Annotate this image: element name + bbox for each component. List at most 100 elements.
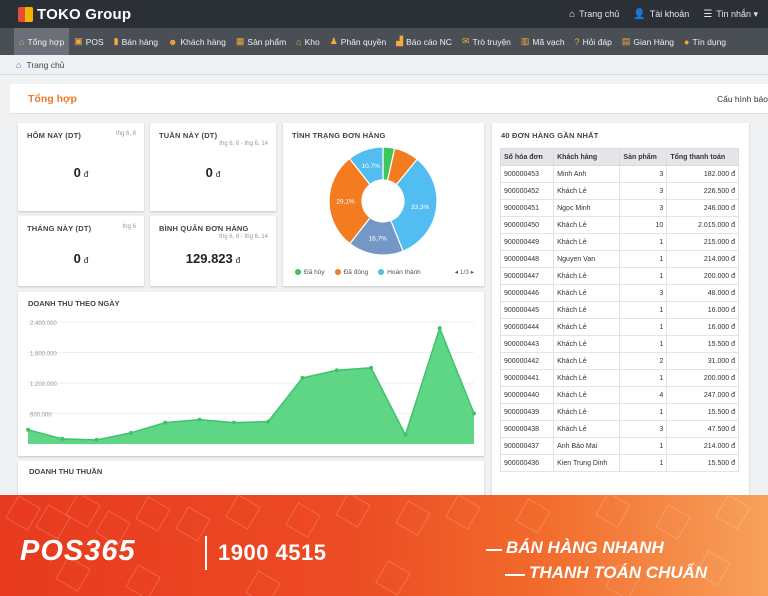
- data-point[interactable]: [26, 427, 30, 432]
- table-row[interactable]: 900000450 Khách Lẻ 10 2.015.000 đ: [499, 216, 739, 234]
- permission-icon: ♟: [329, 36, 338, 46]
- table-cell: Khách Lẻ: [553, 267, 621, 285]
- next-arrow-icon[interactable]: ▸: [471, 269, 474, 276]
- table-row[interactable]: 900000436 Kien Trung Dinh 1 15.500 đ: [499, 454, 739, 472]
- column-header[interactable]: Tổng thanh toán: [666, 148, 739, 166]
- table-cell: 1: [619, 335, 668, 353]
- table-cell: Anh Bảo Mai: [553, 437, 621, 455]
- table-cell: Ngọc Minh: [553, 199, 621, 217]
- top-nav-item[interactable]: ⌂ Trang chủ: [569, 9, 619, 20]
- table-row[interactable]: 900000446 Khách Lẻ 3 48.000 đ: [499, 284, 739, 302]
- table-row[interactable]: 900000441 Khách Lẻ 1 200.000 đ: [499, 369, 739, 387]
- hexagon-decoration: [135, 496, 171, 532]
- stat-month: THÁNG NÀY (DT) thg 6 0đ: [18, 216, 144, 286]
- stat-value: 129.823 đ: [185, 251, 241, 266]
- menu-item-label: Gian Hàng: [633, 36, 675, 47]
- table-cell: 1: [619, 403, 668, 421]
- legend-item[interactable]: Đã đóng: [334, 269, 369, 276]
- table-cell: 1: [619, 267, 668, 285]
- menu-item[interactable]: ⌂ Tổng hợp: [14, 28, 70, 55]
- brand-logo[interactable]: TOKO Group: [18, 4, 131, 24]
- column-header[interactable]: Số hóa đơn: [499, 148, 555, 166]
- legend-label: Đã đóng: [343, 269, 369, 276]
- data-point[interactable]: [94, 437, 99, 442]
- table-row[interactable]: 900000445 Khách Lẻ 1 16.000 đ: [499, 301, 739, 319]
- menu-item[interactable]: ▟ Báo cáo NC: [391, 28, 457, 55]
- table-row[interactable]: 900000452 Khách Lẻ 3 226.500 đ: [499, 182, 739, 200]
- table-cell: 182.000 đ: [666, 165, 739, 183]
- daily-revenue-card: DOANH THU THEO NGÀY 2.400.000 1.800.000 1.2…: [18, 292, 484, 456]
- speed-line: [486, 549, 502, 551]
- menu-item[interactable]: ♟ Phân quyền: [325, 28, 391, 55]
- breadcrumb-home[interactable]: Trang chủ: [26, 60, 64, 70]
- data-point[interactable]: [128, 430, 133, 435]
- menu-item[interactable]: ▤ Gian Hàng: [617, 28, 679, 55]
- data-point[interactable]: [197, 417, 202, 422]
- column-header[interactable]: Khách hàng: [553, 148, 621, 166]
- data-point[interactable]: [300, 375, 305, 380]
- data-point[interactable]: [231, 420, 236, 425]
- top-nav-item[interactable]: 👤 Tài khoản: [633, 9, 689, 20]
- table-cell: Kien Trung Dinh: [553, 454, 621, 472]
- legend-item[interactable]: Đã hủy: [295, 269, 325, 276]
- menu-item[interactable]: ▮ Bán hàng: [109, 28, 163, 55]
- table-cell: 200.000 đ: [666, 369, 739, 387]
- table-cell: Nguyen Van: [553, 250, 621, 268]
- table-cell: 900000449: [499, 233, 555, 251]
- product-icon: ▦: [235, 36, 245, 46]
- cube-icon: [18, 6, 33, 22]
- column-header[interactable]: Sản phẩm: [619, 148, 668, 166]
- table-cell: 214.000 đ: [666, 250, 739, 268]
- customer-icon: ☻: [168, 36, 178, 47]
- table-cell: 10: [619, 216, 668, 234]
- daily-revenue-area-chart: DOANH THU THEO NGÀY 2.400.000 1.800.000 1.2…: [26, 299, 476, 444]
- table-row[interactable]: 900000439 Khách Lẻ 1 15.500 đ: [499, 403, 739, 421]
- table-row[interactable]: 900000440 Khách Lẻ 4 247.000 đ: [499, 386, 739, 404]
- pos-icon: ▣: [74, 36, 83, 46]
- table-row[interactable]: 900000447 Khách Lẻ 1 200.000 đ: [499, 267, 739, 285]
- menu-item[interactable]: ? Hỏi đáp: [570, 28, 617, 55]
- menu-item[interactable]: ▦ Sản phẩm: [231, 28, 291, 55]
- config-report-link[interactable]: Cấu hình báo: [717, 94, 768, 104]
- table-row[interactable]: 900000449 Khách Lẻ 1 215.000 đ: [499, 233, 739, 251]
- table-cell: 246.000 đ: [666, 199, 739, 217]
- stat-average: BÌNH QUÂN ĐƠN HÀNG thg 6, 8 - thg 6, 14 …: [150, 216, 276, 286]
- report-icon: ▟: [396, 36, 404, 46]
- menu-item[interactable]: ✉ Trò truyện: [457, 28, 516, 55]
- table-row[interactable]: 900000438 Khách Lẻ 3 47.500 đ: [499, 420, 739, 438]
- top-nav-item[interactable]: ☰ Tin nhắn ▾: [703, 9, 758, 20]
- table-row[interactable]: 900000448 Nguyen Van 1 214.000 đ: [499, 250, 739, 268]
- table-cell: Khách Lẻ: [553, 301, 621, 319]
- stat-date: thg 6, 8 - thg 6, 14: [219, 234, 268, 240]
- menu-item[interactable]: ▣ POS: [69, 28, 108, 55]
- table-row[interactable]: 900000442 Khách Lẻ 2 31.000 đ: [499, 352, 739, 370]
- legend-pager[interactable]: ◂ 1/3 ▸: [455, 268, 474, 276]
- legend-item[interactable]: Hoàn thành: [378, 269, 421, 276]
- menu-item[interactable]: ▥ Mã vạch: [516, 28, 570, 55]
- menu-item-label: Báo cáo NC: [406, 36, 452, 47]
- data-point[interactable]: [60, 436, 65, 441]
- y-tick-label: 1.200.000: [30, 382, 57, 388]
- pie-slice-label: 10,7%: [362, 163, 381, 170]
- table-row[interactable]: 900000443 Khách Lẻ 1 15.500 đ: [499, 335, 739, 353]
- data-point[interactable]: [403, 432, 408, 437]
- table-row[interactable]: 900000453 Minh Anh 3 182.000 đ: [499, 165, 739, 183]
- data-point[interactable]: [266, 419, 271, 424]
- data-point[interactable]: [369, 365, 374, 370]
- data-point[interactable]: [437, 326, 442, 331]
- legend-dot-icon: [378, 269, 385, 276]
- y-tick-label: 600.000: [30, 413, 52, 419]
- menu-item[interactable]: ● Tín dụng: [679, 28, 731, 55]
- data-point[interactable]: [163, 420, 168, 425]
- stat-title: BÌNH QUÂN ĐƠN HÀNG: [159, 224, 249, 233]
- table-row[interactable]: 900000444 Khách Lẻ 1 16.000 đ: [499, 318, 739, 336]
- data-point[interactable]: [334, 368, 339, 373]
- table-cell: 47.500 đ: [666, 420, 739, 438]
- table-row[interactable]: 900000451 Ngọc Minh 3 246.000 đ: [499, 199, 739, 217]
- menu-item[interactable]: ☻ Khách hàng: [163, 28, 231, 55]
- top-nav-label: Tin nhắn ▾: [716, 8, 758, 19]
- table-row[interactable]: 900000437 Anh Bảo Mai 1 214.000 đ: [499, 437, 739, 455]
- prev-arrow-icon[interactable]: ◂: [455, 269, 458, 276]
- menu-item[interactable]: ⌂ Kho: [291, 28, 325, 55]
- data-point[interactable]: [472, 411, 476, 416]
